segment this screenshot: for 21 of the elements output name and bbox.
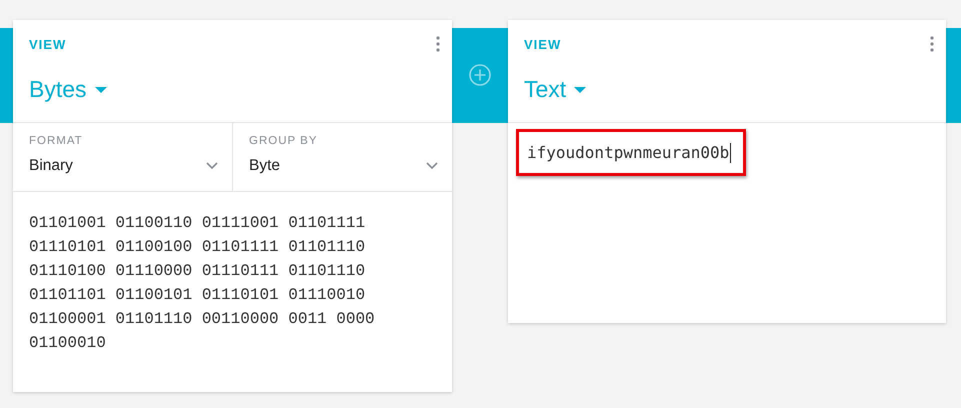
more-options-icon[interactable]: [436, 36, 440, 52]
binary-line: 01100001 01101110 00110000 0011 0000: [29, 309, 375, 330]
field-label: FORMAT: [29, 135, 84, 147]
dropdown-field[interactable]: Binary: [29, 157, 218, 175]
binary-line: 01100010: [29, 333, 106, 354]
chevron-down-icon: [206, 162, 218, 170]
add-circle-icon[interactable]: [469, 64, 491, 86]
binary-line: 01110101 01100100 01101111 01101110: [29, 237, 366, 258]
dropdown-caret-icon[interactable]: [94, 86, 107, 92]
dropdown-caret-icon[interactable]: [574, 86, 586, 92]
view-label: VIEW: [524, 37, 562, 52]
more-options-icon[interactable]: [930, 36, 934, 52]
binary-line: 01101001 01100110 01111001 01101111: [29, 213, 366, 234]
binary-line: 01110100 01110000 01110111 01101110: [29, 261, 366, 282]
field-label: GROUP BY: [249, 135, 318, 147]
text-output-field[interactable]: ifyoudontpwnmeuran00b: [516, 129, 746, 176]
text-cursor: [730, 142, 732, 162]
view-label: VIEW: [29, 37, 66, 52]
binary-line: 01101101 01100101 01110101 01110010: [29, 285, 366, 306]
dropdown-field[interactable]: Byte: [249, 157, 438, 175]
chevron-down-icon: [426, 162, 438, 170]
